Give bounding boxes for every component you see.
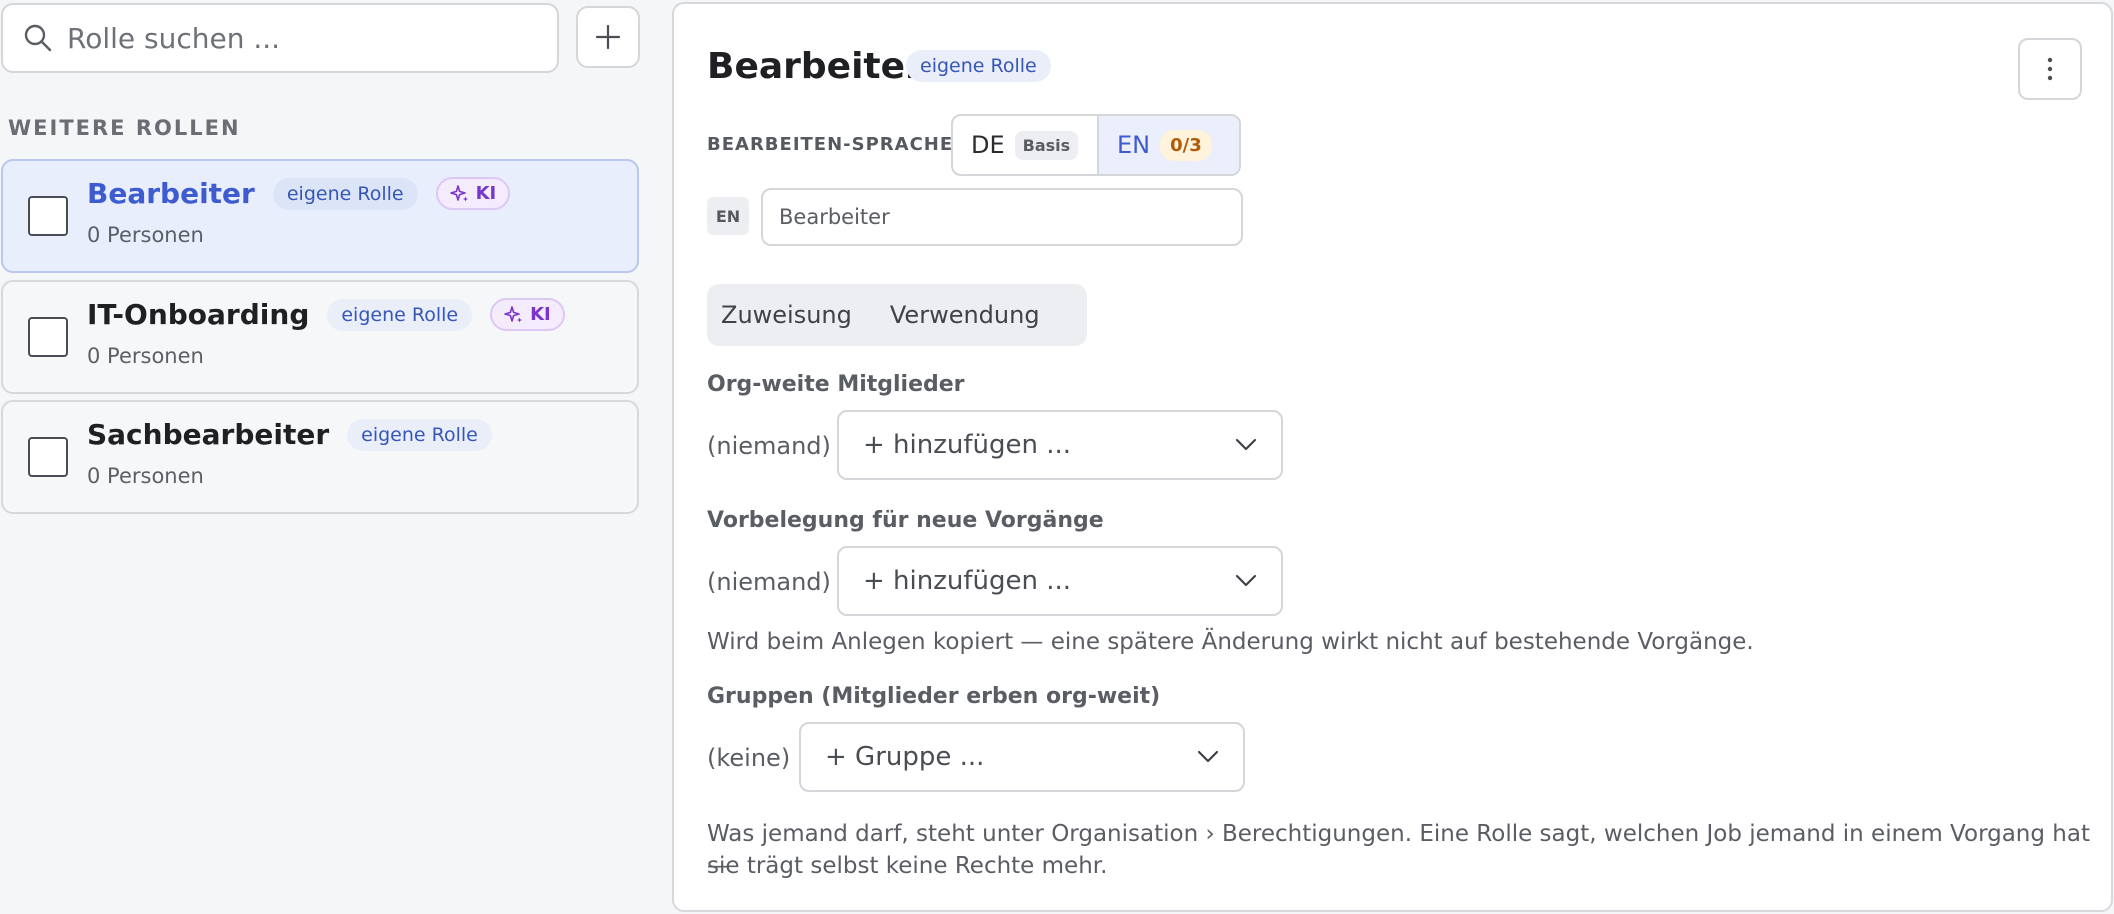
role-name-input[interactable] [761, 188, 1243, 246]
role-detail-panel: Bearbeiter eigene Rolle BEARBEITEN-SPRAC… [672, 2, 2113, 912]
role-checkbox[interactable] [28, 437, 68, 477]
own-role-badge: eigene Rolle [906, 50, 1051, 82]
own-role-badge: eigene Rolle [347, 418, 492, 451]
translation-progress-badge: 0/3 [1160, 129, 1212, 161]
add-default-member-dropdown[interactable]: + hinzufügen ... [837, 546, 1283, 616]
add-group-dropdown[interactable]: + Gruppe ... [799, 722, 1245, 792]
language-code: DE [971, 131, 1005, 159]
page-title: Bearbeiter [707, 46, 923, 87]
plus-icon [595, 24, 621, 50]
role-name: Bearbeiter [87, 177, 255, 210]
add-org-member-dropdown[interactable]: + hinzufügen ... [837, 410, 1283, 480]
kebab-menu-icon [2047, 57, 2053, 81]
groups-empty: (keine) [707, 744, 791, 772]
role-item-sachbearbeiter[interactable]: Sachbearbeiter eigene Rolle 0 Personen [1, 400, 639, 514]
chevron-down-icon [1235, 574, 1257, 587]
dropdown-label: + Gruppe ... [825, 742, 985, 772]
sparkle-icon [449, 184, 468, 201]
own-role-badge: eigene Rolle [272, 177, 418, 210]
role-member-count: 0 Personen [87, 223, 204, 247]
dropdown-label: + hinzufügen ... [863, 566, 1072, 596]
edit-language-label: BEARBEITEN-SPRACHE [707, 134, 954, 155]
ki-label: KI [530, 304, 551, 325]
role-member-count: 0 Personen [87, 344, 204, 368]
footer-note-line2: sie trägt selbst keine Rechte mehr. [707, 853, 1108, 879]
ki-badge: KI [435, 177, 511, 210]
language-option-en[interactable]: EN 0/3 [1099, 116, 1239, 174]
org-members-empty: (niemand) [707, 432, 831, 460]
detail-tabs: Zuweisung Verwendung [707, 284, 1087, 346]
groups-heading: Gruppen (Mitglieder erben org-weit) [707, 684, 1161, 709]
role-name: IT-Onboarding [87, 298, 310, 331]
tab-verwendung[interactable]: Verwendung [890, 301, 1040, 329]
own-role-badge: eigene Rolle [327, 298, 473, 331]
sparkle-icon [504, 305, 523, 322]
dropdown-label: + hinzufügen ... [863, 430, 1072, 460]
role-item-bearbeiter[interactable]: Bearbeiter eigene Rolle KI 0 Personen [1, 159, 639, 273]
section-label: WEITERE ROLLEN [8, 116, 241, 140]
role-member-count: 0 Personen [87, 464, 204, 488]
field-language-tag: EN [707, 197, 749, 235]
search-icon [23, 23, 53, 57]
chevron-down-icon [1235, 438, 1257, 451]
ki-label: KI [475, 183, 497, 204]
language-switch: DE Basis EN 0/3 [951, 114, 1241, 176]
org-members-heading: Org-weite Mitglieder [707, 372, 965, 397]
more-options-button[interactable] [2018, 38, 2082, 100]
role-name: Sachbearbeiter [87, 418, 330, 451]
defaults-heading: Vorbelegung für neue Vorgänge [707, 508, 1104, 533]
search-input[interactable] [67, 19, 537, 57]
tab-zuweisung[interactable]: Zuweisung [721, 301, 852, 329]
language-option-de[interactable]: DE Basis [953, 116, 1099, 174]
role-item-it-onboarding[interactable]: IT-Onboarding eigene Rolle KI 0 Personen [1, 280, 639, 394]
language-code: EN [1117, 131, 1151, 159]
role-checkbox[interactable] [28, 196, 68, 236]
ki-badge: KI [490, 298, 565, 331]
add-role-button[interactable] [576, 6, 640, 68]
role-checkbox[interactable] [28, 317, 68, 357]
defaults-empty: (niemand) [707, 568, 831, 596]
chevron-down-icon [1197, 750, 1219, 763]
base-language-badge: Basis [1014, 130, 1079, 160]
role-search[interactable] [1, 3, 559, 73]
defaults-hint: Wird beim Anlegen kopiert — eine spätere… [707, 629, 1754, 655]
